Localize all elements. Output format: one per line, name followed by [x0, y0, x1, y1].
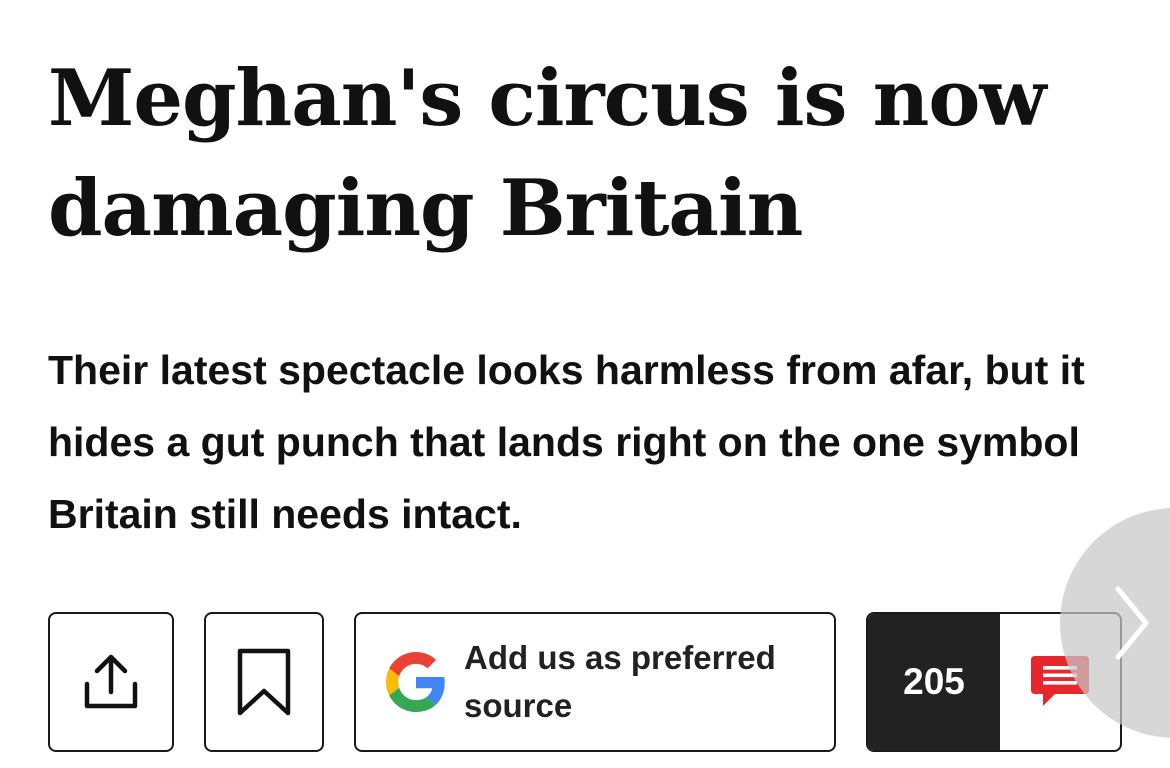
cropped-text-descenders: [48, 0, 808, 20]
comment-count: 205: [868, 614, 1000, 750]
article-standfirst: Their latest spectacle looks harmless fr…: [48, 347, 1085, 537]
google-icon: [386, 652, 445, 712]
share-button[interactable]: [48, 612, 174, 752]
article-headline: Meghan's circus is now damaging Britain: [48, 53, 1046, 254]
bookmark-icon: [237, 648, 291, 716]
preferred-source-label: Add us as preferred source: [464, 639, 776, 724]
bookmark-button[interactable]: [204, 612, 324, 752]
add-preferred-source-button[interactable]: Add us as preferred source: [354, 612, 836, 752]
share-icon: [84, 654, 138, 709]
chevron-right-icon: [1115, 586, 1149, 660]
cropped-previous-line: [48, 0, 808, 36]
article-page: Meghan's circus is now damaging Britain …: [0, 0, 1170, 768]
